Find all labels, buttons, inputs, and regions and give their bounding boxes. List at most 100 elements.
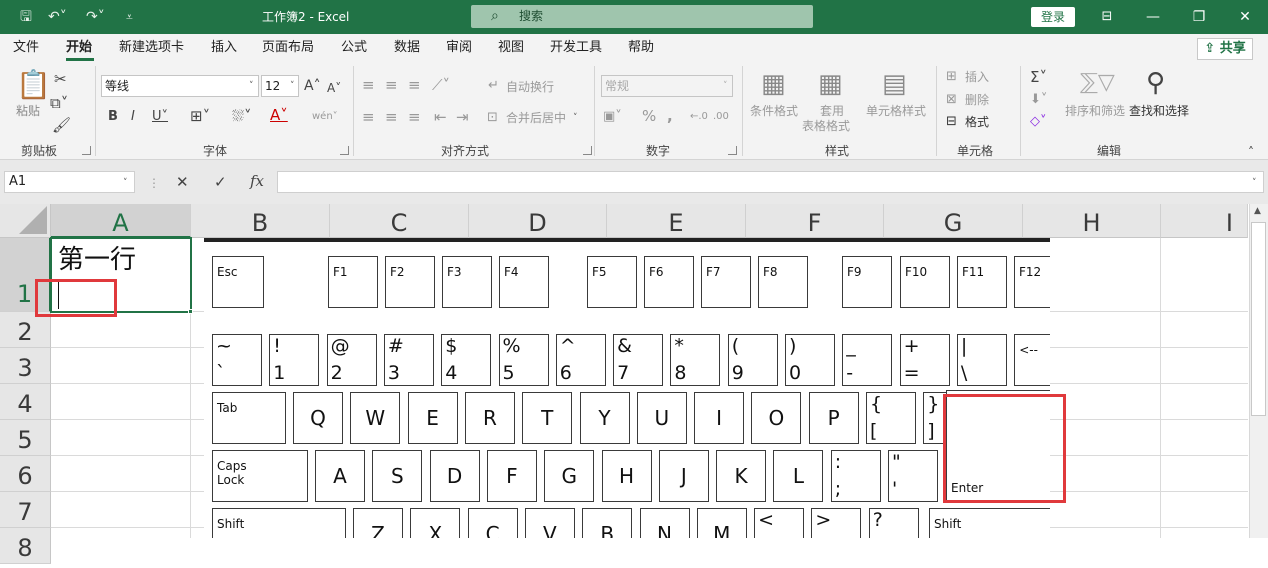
tab-help[interactable]: 帮助 [628,34,654,62]
column-header-f[interactable]: F [746,204,884,238]
insert-cells-label[interactable]: 插入 [965,69,989,85]
alignment-launcher-icon[interactable] [583,146,592,155]
ribbon-display-options-icon[interactable]: ⊟ [1084,0,1130,34]
row-header-6[interactable]: 6 [0,456,51,492]
sort-filter-icon[interactable]: ⅀▽ [1080,70,1115,96]
delete-cells-label[interactable]: 删除 [965,92,989,108]
increase-decimal-icon[interactable]: ←.0 [690,108,708,126]
number-format-select[interactable]: 常规 [601,75,733,97]
column-header-h[interactable]: H [1023,204,1161,238]
row-header-3[interactable]: 3 [0,348,51,384]
sort-filter-label[interactable]: 排序和筛选 [1065,103,1125,119]
paste-icon[interactable]: 📋 [16,70,51,100]
align-top-icon[interactable]: ≡ [362,76,375,94]
name-box[interactable]: A1 [4,171,135,193]
chevron-down-icon[interactable]: ˅ [123,178,128,188]
column-header-d[interactable]: D [469,204,607,238]
tab-view[interactable]: 视图 [498,34,524,62]
restore-button[interactable]: ❐ [1176,0,1222,34]
fill-handle[interactable] [188,309,193,314]
orientation-icon[interactable]: ⟋˅ [432,76,450,94]
scrollbar-thumb[interactable] [1251,222,1266,416]
font-launcher-icon[interactable] [340,146,349,155]
save-icon[interactable]: 🖫 [20,0,32,34]
increase-font-icon[interactable]: A˄ [304,77,321,95]
format-painter-icon[interactable]: 🖌 [52,116,71,134]
find-select-icon[interactable]: ⚲ [1146,68,1165,98]
italic-icon[interactable]: I [131,108,135,126]
bold-icon[interactable]: B [108,108,118,126]
cell-styles-icon[interactable]: ▤ [882,70,907,98]
font-name-select[interactable]: 等线 [101,75,259,97]
tab-new[interactable]: 新建选项卡 [119,34,184,62]
merge-center-label[interactable]: 合并后居中 [506,110,566,126]
find-select-label[interactable]: 查找和选择 [1129,103,1189,119]
expand-formula-bar-icon[interactable]: ˅ [1252,178,1257,188]
format-as-table-label-1[interactable]: 套用 [820,103,844,119]
merge-center-icon[interactable]: ⊡ [487,109,498,127]
align-middle-icon[interactable]: ≡ [385,76,398,94]
clipboard-launcher-icon[interactable] [82,146,91,155]
copy-icon[interactable]: ⧉˅ [50,94,68,112]
format-as-table-label-2[interactable]: 表格格式 [802,118,850,134]
align-center-icon[interactable]: ≡ [385,108,398,126]
tab-insert[interactable]: 插入 [211,34,237,62]
cancel-icon[interactable]: ✕ [176,173,189,191]
number-launcher-icon[interactable] [728,146,737,155]
enter-icon[interactable]: ✓ [214,173,227,191]
decrease-indent-icon[interactable]: ⇤ [434,108,447,126]
format-cells-label[interactable]: 格式 [965,114,989,130]
scroll-up-icon[interactable]: ▲ [1254,206,1261,216]
tab-formulas[interactable]: 公式 [341,34,367,62]
row-header-7[interactable]: 7 [0,492,51,528]
close-button[interactable]: ✕ [1222,0,1268,34]
comma-style-icon[interactable]: , [667,107,673,125]
insert-cells-icon[interactable]: ⊞ [946,68,957,86]
font-color-icon[interactable]: A˅ [270,106,288,124]
increase-indent-icon[interactable]: ⇥ [456,108,469,126]
row-header-4[interactable]: 4 [0,384,51,420]
select-all-corner[interactable] [0,204,51,238]
fill-color-icon[interactable]: ⛆˅ [232,107,252,125]
delete-cells-icon[interactable]: ⊠ [946,91,957,109]
percent-icon[interactable]: % [642,107,656,125]
formula-input[interactable] [277,171,1264,193]
share-button[interactable]: ⇪ 共享 [1197,38,1253,60]
decrease-font-icon[interactable]: A˅ [327,79,341,97]
underline-icon[interactable]: U˅ [152,108,168,126]
row-header-8[interactable]: 8 [0,528,51,564]
column-header-e[interactable]: E [607,204,746,238]
login-button[interactable]: 登录 [1031,7,1075,27]
wrap-text-label[interactable]: 自动换行 [506,79,554,95]
border-icon[interactable]: ⊞˅ [190,107,210,125]
row-header-2[interactable]: 2 [0,312,51,348]
column-header-a[interactable]: A [51,204,191,238]
tab-developer[interactable]: 开发工具 [550,34,602,62]
search-box[interactable]: ⌕ 搜索 [471,5,813,28]
fill-icon[interactable]: ⬇˅ [1030,91,1047,109]
column-header-c[interactable]: C [330,204,469,238]
clear-icon[interactable]: ◇˅ [1030,113,1047,131]
align-bottom-icon[interactable]: ≡ [408,76,421,94]
phonetic-icon[interactable]: wén˅ [312,108,338,126]
row-header-5[interactable]: 5 [0,420,51,456]
align-right-icon[interactable]: ≡ [408,108,421,126]
undo-icon[interactable]: ↶˅ [48,0,67,34]
tab-file[interactable]: 文件 [13,34,39,62]
column-header-g[interactable]: G [884,204,1023,238]
accounting-format-icon[interactable]: ▣˅ [603,108,622,126]
tab-data[interactable]: 数据 [394,34,420,62]
conditional-format-label[interactable]: 条件格式 [750,103,798,119]
decrease-decimal-icon[interactable]: .00 [713,108,729,126]
column-header-i[interactable]: I [1161,204,1248,238]
insert-function-icon[interactable]: fx [250,172,264,190]
paste-label[interactable]: 粘贴 [16,103,40,119]
wrap-text-icon[interactable]: ↵ [488,77,499,95]
conditional-format-icon[interactable]: ▦ [761,70,786,98]
customize-qat-icon[interactable]: ⩡ [126,0,133,34]
tab-review[interactable]: 审阅 [446,34,472,62]
cell-styles-label[interactable]: 单元格样式 [866,103,926,119]
format-cells-icon[interactable]: ⊟ [946,113,957,131]
redo-icon[interactable]: ↷˅ [86,0,105,34]
column-header-b[interactable]: B [191,204,330,238]
